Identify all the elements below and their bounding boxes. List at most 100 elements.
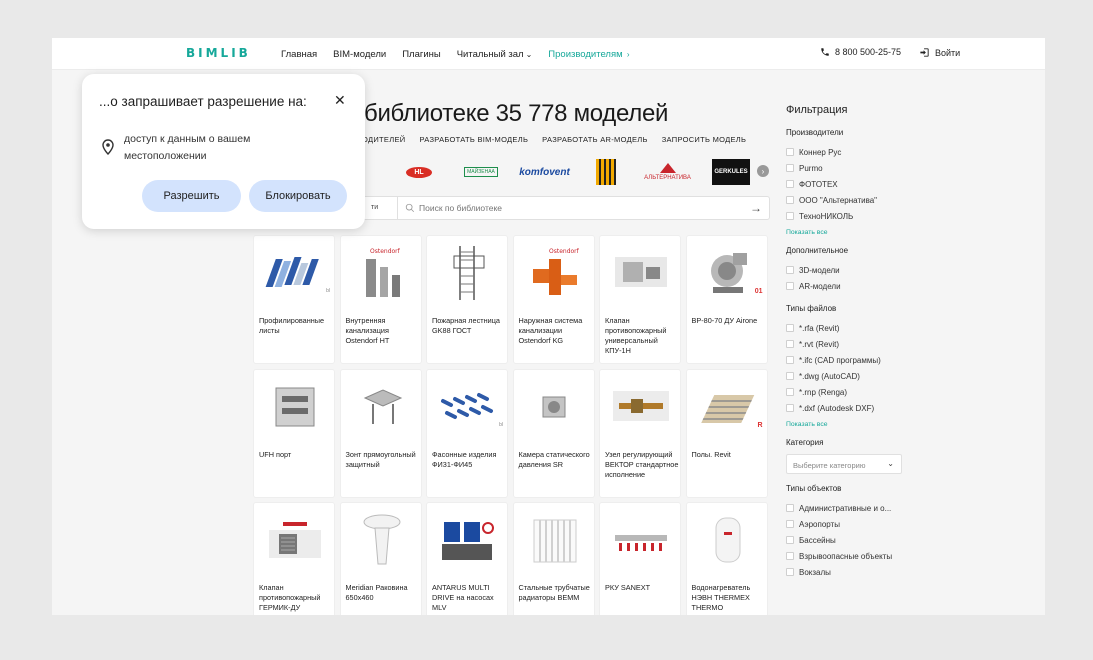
login-button[interactable]: Войти: [919, 47, 960, 58]
category-select[interactable]: Выберите категорию ⌄: [786, 454, 902, 474]
product-name: Стальные трубчатые радиаторы BEMM: [518, 583, 590, 602]
product-image: Ostendorf: [349, 244, 415, 302]
bimlib-logo[interactable]: BIMLIB: [186, 46, 251, 60]
block-button[interactable]: Блокировать: [249, 180, 347, 212]
filter-option[interactable]: *.dxf (Autodesk DXF): [786, 400, 936, 416]
checkbox[interactable]: [786, 520, 794, 528]
checkbox[interactable]: [786, 568, 794, 576]
checkbox[interactable]: [786, 212, 794, 220]
checkbox[interactable]: [786, 372, 794, 380]
product-image: [608, 378, 674, 436]
brand-tech-logo[interactable]: [595, 156, 617, 188]
nav-home[interactable]: Главная: [281, 49, 317, 60]
nav-reading-room-label: Читальный зал: [456, 48, 524, 60]
product-badge: R: [757, 421, 763, 429]
product-card[interactable]: Пожарная лестница GK88 ГОСТ: [426, 235, 508, 364]
product-card[interactable]: Узел регулирующий ВЕКТОР стандартное исп…: [599, 368, 681, 498]
location-permission-popup: ...о запрашивает разрешение на: ✕ доступ…: [82, 74, 365, 229]
product-card[interactable]: 01 ВР-80-70 ДУ Airone: [685, 235, 768, 364]
product-name: Внутренняя канализация Ostendorf HT: [345, 316, 390, 345]
nav-plugins[interactable]: Плагины: [402, 49, 441, 60]
brand-gerkules-logo[interactable]: GERKULES: [712, 156, 750, 188]
nav-manufacturers-label: Производителям: [548, 48, 623, 60]
nav-manufacturers[interactable]: Производителям ›: [548, 49, 629, 60]
filter-option[interactable]: ТехноНИКОЛЬ: [786, 208, 936, 224]
product-card[interactable]: Камера статического давления SR: [512, 368, 595, 498]
filter-option[interactable]: Взрывоопасные объекты: [786, 548, 936, 564]
show-all-filetypes-link[interactable]: Показать все: [786, 421, 936, 428]
filter-option[interactable]: Аэропорты: [786, 516, 936, 532]
carousel-next-icon[interactable]: ›: [757, 165, 769, 177]
product-card[interactable]: Ostendorf Внутренняя канализация Ostendo…: [339, 235, 422, 364]
checkbox[interactable]: [786, 552, 794, 560]
filter-option[interactable]: ООО "Альтернатива": [786, 192, 936, 208]
filter-option[interactable]: Коннер Рус: [786, 144, 936, 160]
search-input[interactable]: [419, 200, 739, 216]
filter-option[interactable]: ФОТОТЕХ: [786, 176, 936, 192]
checkbox[interactable]: [786, 388, 794, 396]
product-image: [608, 244, 674, 302]
product-card[interactable]: Ostendorf Наружная система канализации O…: [512, 235, 595, 364]
checkbox[interactable]: [786, 266, 794, 274]
brand-mh-logo[interactable]: МАЙЗЕНАА: [464, 156, 498, 188]
product-name: ANTARUS MULTI DRIVE на насосах MLV: [432, 583, 494, 612]
filter-option[interactable]: *.rfa (Revit): [786, 320, 936, 336]
product-card[interactable]: РКУ SANEXT: [599, 502, 681, 615]
checkbox[interactable]: [786, 340, 794, 348]
product-card[interactable]: Клапан противопожарный универсальный КПУ…: [599, 235, 681, 364]
checkbox[interactable]: [786, 180, 794, 188]
filter-option[interactable]: *.rnp (Renga): [786, 384, 936, 400]
product-card[interactable]: Meridian Раковина 650x460: [339, 502, 422, 615]
filter-option[interactable]: 3D-модели: [786, 262, 936, 278]
product-card[interactable]: Водонагреватель НЭВН THERMEX THERMO: [685, 502, 768, 615]
checkbox[interactable]: [786, 148, 794, 156]
arrow-right-icon[interactable]: →: [750, 201, 762, 215]
close-icon[interactable]: ✕: [334, 92, 346, 109]
checkbox[interactable]: [786, 504, 794, 512]
filter-option[interactable]: Бассейны: [786, 532, 936, 548]
checkbox[interactable]: [786, 324, 794, 332]
product-image: [435, 511, 501, 569]
phone-link[interactable]: 8 800 500-25-75: [820, 47, 901, 57]
checkbox[interactable]: [786, 282, 794, 290]
checkbox[interactable]: [786, 196, 794, 204]
filter-option[interactable]: Purmo: [786, 160, 936, 176]
show-all-manufacturers-link[interactable]: Показать все: [786, 229, 936, 236]
product-card[interactable]: Зонт прямоугольный защитный: [339, 368, 422, 498]
allow-button[interactable]: Разрешить: [142, 180, 241, 212]
product-name: Meridian Раковина 650x460: [345, 583, 408, 602]
product-card[interactable]: Клапан противопожарный ГЕРМИК-ДУ: [253, 502, 335, 615]
action-develop-ar[interactable]: РАЗРАБОТАТЬ AR-МОДЕЛЬ: [542, 135, 648, 144]
brand-alternativa-logo[interactable]: АЛЬТЕРНАТИВА: [644, 156, 691, 188]
product-card[interactable]: bl Фасонные изделия ФИ31-ФИ45: [426, 368, 508, 498]
filter-option[interactable]: Вокзалы: [786, 564, 936, 580]
product-card[interactable]: UFH порт: [253, 368, 335, 498]
product-card[interactable]: Стальные трубчатые радиаторы BEMM: [512, 502, 595, 615]
search-icon: [405, 203, 415, 213]
filter-option[interactable]: *.dwg (AutoCAD): [786, 368, 936, 384]
product-card[interactable]: ANTARUS MULTI DRIVE на насосах MLV: [426, 502, 508, 615]
checkbox[interactable]: [786, 356, 794, 364]
nav-bim-models[interactable]: BIM-модели: [333, 49, 386, 60]
filter-option[interactable]: AR-модели: [786, 278, 936, 294]
checkbox[interactable]: [786, 536, 794, 544]
product-image: [349, 378, 415, 436]
product-name: Профилированные листы: [259, 316, 325, 335]
chevron-down-icon: ⌄: [887, 459, 894, 468]
filter-option[interactable]: *.rvt (Revit): [786, 336, 936, 352]
checkbox[interactable]: [786, 404, 794, 412]
brand-hl-logo[interactable]: HL: [404, 156, 434, 188]
product-image: [695, 244, 761, 302]
checkbox[interactable]: [786, 164, 794, 172]
action-request-model[interactable]: ЗАПРОСИТЬ МОДЕЛЬ: [662, 135, 747, 144]
filter-option[interactable]: *.ifc (CAD программы): [786, 352, 936, 368]
nav-reading-room[interactable]: Читальный зал ⌄: [457, 49, 533, 60]
product-card[interactable]: R Полы. Revit: [685, 368, 768, 498]
product-card[interactable]: bl Профилированные листы: [253, 235, 335, 364]
action-manufacturers[interactable]: ОДИТЕЛЕЙ: [362, 135, 405, 144]
brand-komfovent-logo[interactable]: komfovent: [517, 156, 572, 188]
action-develop-bim[interactable]: РАЗРАБОТАТЬ BIM-МОДЕЛЬ: [419, 135, 528, 144]
filter-category-title: Категория: [786, 438, 824, 447]
main-nav: Главная BIM-модели Плагины Читальный зал…: [281, 38, 646, 70]
filter-option[interactable]: Административные и о...: [786, 500, 936, 516]
